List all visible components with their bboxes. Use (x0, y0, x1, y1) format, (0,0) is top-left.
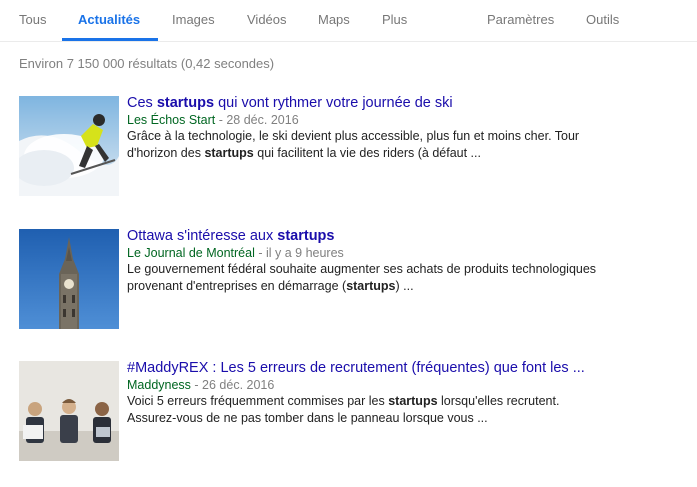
tab-tools[interactable]: Outils (586, 12, 619, 27)
result-source: Le Journal de Montréal (127, 246, 255, 260)
news-result: Ces startups qui vont rythmer votre jour… (19, 95, 679, 196)
tab-settings[interactable]: Paramètres (487, 12, 554, 27)
tab-videos[interactable]: Vidéos (247, 12, 287, 27)
tab-maps[interactable]: Maps (318, 12, 350, 27)
result-title-link[interactable]: #MaddyREX : Les 5 erreurs de recrutement… (127, 359, 687, 377)
result-title-link[interactable]: Ottawa s'intéresse aux startups (127, 227, 687, 245)
result-date: - 26 déc. 2016 (190, 378, 275, 392)
search-tabs-bar: Tous Actualités Images Vidéos Maps Plus … (0, 0, 697, 42)
result-meta: Maddyness - 26 déc. 2016 (127, 377, 687, 393)
news-result: #MaddyREX : Les 5 erreurs de recrutement… (19, 360, 679, 461)
news-result: Ottawa s'intéresse aux startups Le Journ… (19, 228, 679, 329)
parliament-tower-image[interactable] (19, 229, 119, 329)
result-snippet: Grâce à la technologie, le ski devient p… (127, 129, 580, 160)
result-source: Les Échos Start (127, 113, 216, 127)
result-date: - 28 déc. 2016 (215, 113, 299, 127)
job-candidates-image[interactable] (19, 361, 119, 461)
result-snippet: Le gouvernement fédéral souhaite augment… (127, 262, 597, 293)
result-date: - il y a 9 heures (254, 246, 344, 260)
tab-news[interactable]: Actualités (78, 12, 140, 27)
tab-all[interactable]: Tous (19, 12, 46, 27)
skier-image[interactable] (19, 96, 119, 196)
result-source: Maddyness (127, 378, 191, 392)
result-meta: Le Journal de Montréal - il y a 9 heures (127, 245, 687, 261)
result-snippet: Voici 5 erreurs fréquemment commises par… (127, 394, 560, 425)
active-tab-indicator (62, 38, 158, 41)
tab-images[interactable]: Images (172, 12, 215, 27)
tab-more[interactable]: Plus (382, 12, 407, 27)
result-title-link[interactable]: Ces startups qui vont rythmer votre jour… (127, 94, 687, 112)
result-stats: Environ 7 150 000 résultats (0,42 second… (19, 56, 275, 71)
result-meta: Les Échos Start - 28 déc. 2016 (127, 112, 687, 128)
